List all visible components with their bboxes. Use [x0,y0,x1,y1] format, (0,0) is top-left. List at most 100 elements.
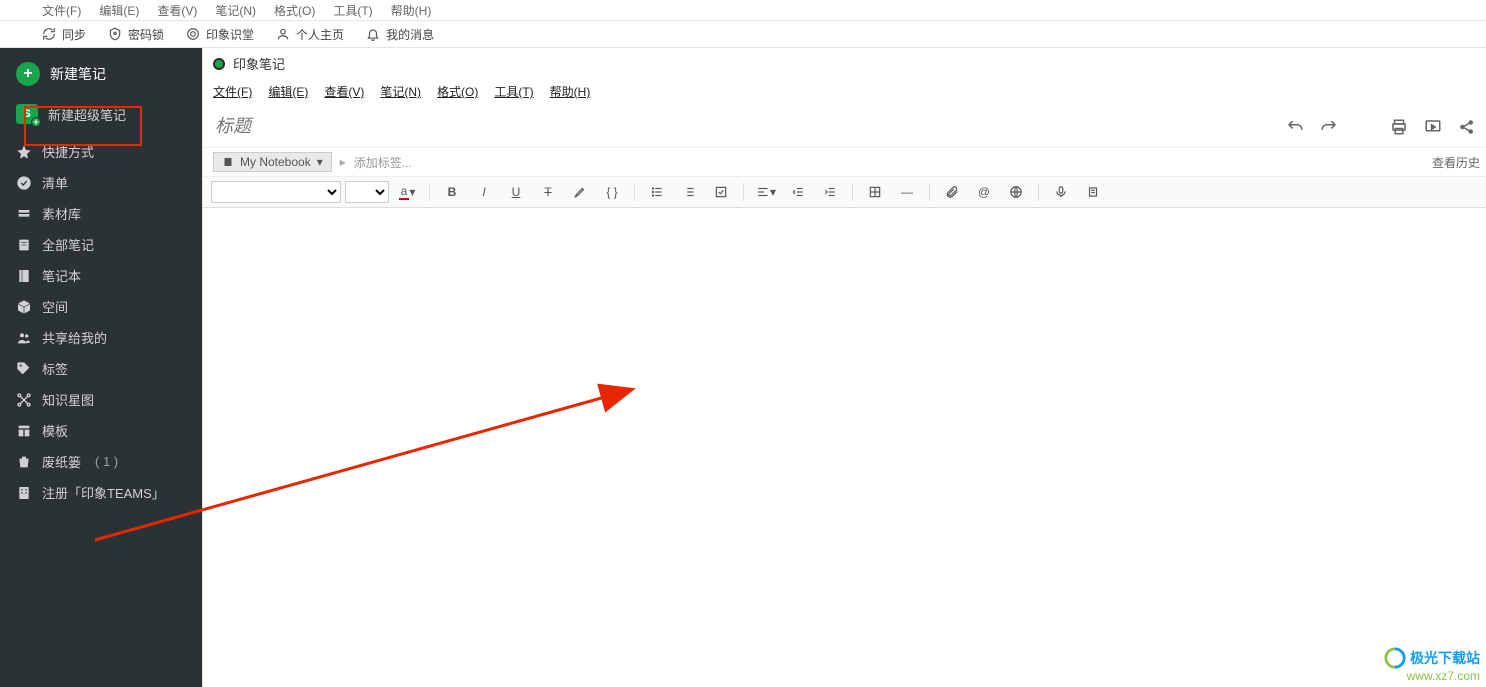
msg-label: 我的消息 [386,26,434,43]
at-button[interactable]: @ [970,181,998,203]
bullet-list-button[interactable] [643,181,671,203]
sidebar-item-teams[interactable]: 注册「印象TEAMS」 [0,477,202,508]
sidebar-item-material[interactable]: 素材库 [0,198,202,229]
hr-button[interactable]: — [893,181,921,203]
title-actions [1286,118,1476,136]
ed-menu-note[interactable]: 笔记(N) [380,83,421,100]
sidebar-item-tags[interactable]: 标签 [0,353,202,384]
menu-edit[interactable]: 编辑(E) [99,2,139,19]
caret-down-icon: ▾ [317,155,323,169]
sidebar-item-trash[interactable]: 废纸篓( 1 ) [0,446,202,477]
sidebar-item-notebooks[interactable]: 笔记本 [0,260,202,291]
more-button[interactable] [1079,181,1107,203]
editor-titlebar: 印象笔记 [203,48,1486,79]
sidebar-item-allnotes[interactable]: 全部笔记 [0,229,202,260]
paperclip-icon [945,185,959,199]
class-label: 印象识堂 [206,26,254,43]
class-button[interactable]: 印象识堂 [186,26,254,43]
trash-icon [16,454,32,470]
sync-button[interactable]: 同步 [42,26,86,43]
code-button[interactable]: { } [598,181,626,203]
strike-button[interactable]: T [534,181,562,203]
mic-button[interactable] [1047,181,1075,203]
chevron-right-icon: ▸ [340,155,346,169]
table-button[interactable] [861,181,889,203]
note-icon [16,237,32,253]
bold-button[interactable]: B [438,181,466,203]
graph-icon [16,392,32,408]
sidebar-item-knowledge[interactable]: 知识星图 [0,384,202,415]
highlight-icon [573,185,587,199]
ed-menu-edit[interactable]: 编辑(E) [268,83,308,100]
ed-menu-tools[interactable]: 工具(T) [494,83,533,100]
editor-menubar: 文件(F) 编辑(E) 查看(V) 笔记(N) 格式(O) 工具(T) 帮助(H… [203,79,1486,106]
number-list-button[interactable] [675,181,703,203]
users-icon [16,330,32,346]
shield-icon [108,27,122,41]
checkbox-icon [714,185,728,199]
menu-tools[interactable]: 工具(T) [333,2,372,19]
checkbox-button[interactable] [707,181,735,203]
app-title: 印象笔记 [233,54,285,73]
msg-button[interactable]: 我的消息 [366,26,434,43]
print-icon[interactable] [1390,118,1408,136]
link-button[interactable] [1002,181,1030,203]
align-icon [756,185,770,199]
italic-button[interactable]: I [470,181,498,203]
align-button[interactable]: ▾ [752,181,780,203]
ed-menu-file[interactable]: 文件(F) [213,83,252,100]
home-button[interactable]: 个人主页 [276,26,344,43]
sidebar-item-shortcuts[interactable]: 快捷方式 [0,136,202,167]
sidebar-item-space[interactable]: 空间 [0,291,202,322]
notebook-icon [222,156,234,168]
sidebar-nav: 快捷方式 清单 素材库 全部笔记 笔记本 空间 共享给我的 标签 知识星图 模板… [0,136,202,508]
menu-file[interactable]: 文件(F) [42,2,81,19]
indent-left-button[interactable] [784,181,812,203]
present-icon[interactable] [1424,118,1442,136]
tag-icon [16,361,32,377]
lock-button[interactable]: 密码锁 [108,26,164,43]
s-badge-icon: S+ [16,104,38,124]
sidebar-item-templates[interactable]: 模板 [0,415,202,446]
ed-menu-format[interactable]: 格式(O) [437,83,478,100]
note-title-input[interactable] [213,110,1286,143]
underline-button[interactable]: U [502,181,530,203]
font-color-button[interactable]: a ▾ [393,181,421,203]
note-body[interactable] [203,208,1486,687]
super-note-label: 新建超级笔记 [48,105,126,124]
plus-icon: + [16,62,40,86]
sidebar: + 新建笔记 S+ 新建超级笔记 快捷方式 清单 素材库 全部笔记 笔记本 空间… [0,48,202,687]
undo-icon[interactable] [1286,118,1304,136]
app-logo-icon [213,58,225,70]
add-tag-input[interactable]: 添加标签... [354,154,412,171]
indent-icon [823,185,837,199]
editor-panel: 印象笔记 文件(F) 编辑(E) 查看(V) 笔记(N) 格式(O) 工具(T)… [202,48,1486,687]
redo-icon[interactable] [1320,118,1338,136]
sidebar-item-shared[interactable]: 共享给我的 [0,322,202,353]
building-icon [16,485,32,501]
new-super-note-button[interactable]: S+ 新建超级笔记 [16,104,186,124]
attach-button[interactable] [938,181,966,203]
font-size-select[interactable] [345,181,389,203]
font-family-select[interactable] [211,181,341,203]
sidebar-item-checklist[interactable]: 清单 [0,167,202,198]
view-history-link[interactable]: 查看历史 [1432,154,1480,171]
check-circle-icon [16,175,32,191]
outdent-icon [791,185,805,199]
menu-note[interactable]: 笔记(N) [215,2,256,19]
outer-toolbar: 同步 密码锁 印象识堂 个人主页 我的消息 [0,20,1486,48]
ed-menu-help[interactable]: 帮助(H) [550,83,591,100]
highlight-button[interactable] [566,181,594,203]
menu-format[interactable]: 格式(O) [274,2,315,19]
indent-right-button[interactable] [816,181,844,203]
menu-view[interactable]: 查看(V) [157,2,197,19]
ed-menu-view[interactable]: 查看(V) [324,83,364,100]
notebook-selector[interactable]: My Notebook ▾ [213,152,332,172]
bell-icon [366,27,380,41]
cube-icon [16,299,32,315]
bullet-icon [650,185,664,199]
template-icon [16,423,32,439]
menu-help[interactable]: 帮助(H) [391,2,432,19]
new-note-button[interactable]: + 新建笔记 [16,58,186,90]
share-icon[interactable] [1458,118,1476,136]
